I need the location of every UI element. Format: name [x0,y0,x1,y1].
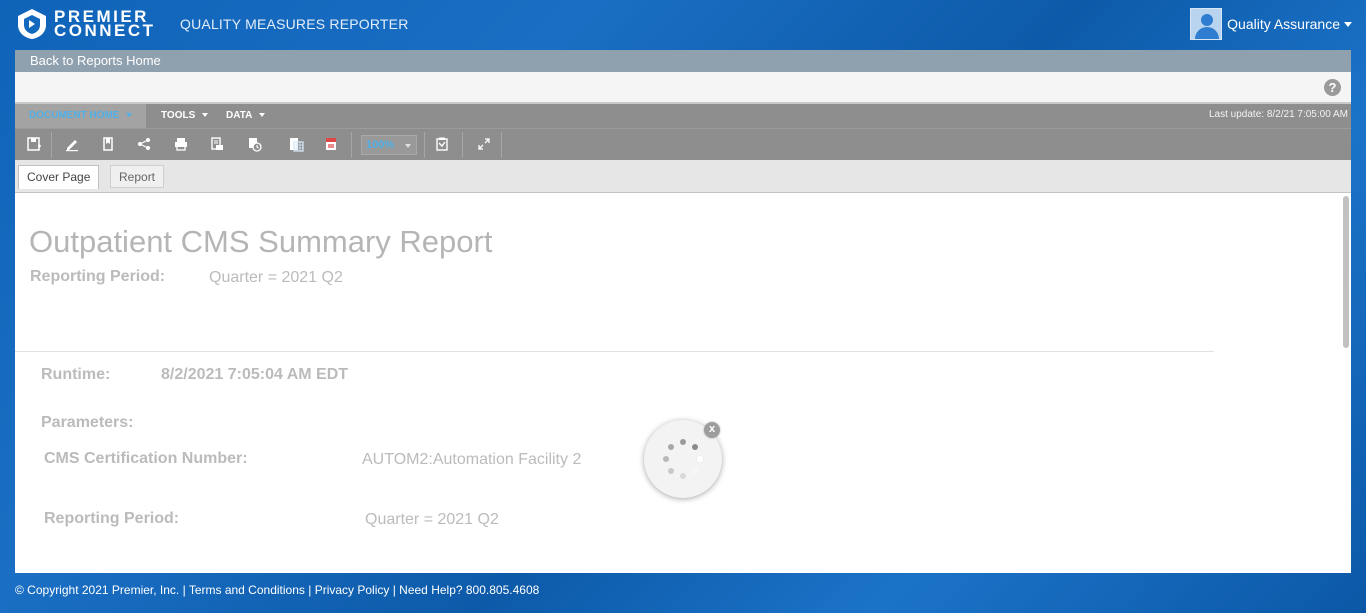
cms-certification-label: CMS Certification Number: [44,450,248,467]
help-bar: ? [15,72,1351,104]
zoom-value: 100% [366,139,395,151]
last-update: Last update: 8/2/21 7:05:00 AM [1209,109,1348,120]
logo-text: PREMIER CONNECT [54,8,156,40]
runtime-label: Runtime: [41,366,111,383]
parameters-label: Parameters: [41,414,134,431]
param-reporting-period-value: Quarter = 2021 Q2 [365,511,499,528]
chevron-down-icon [1344,21,1352,27]
back-to-reports-link[interactable]: Back to Reports Home [15,50,1351,72]
zoom-select[interactable]: 100% [361,135,417,155]
terms-link[interactable]: Terms and Conditions [189,583,305,597]
document-toolbar: 100% [15,128,1351,160]
schedule-icon[interactable] [245,135,263,153]
footer-separator: | [304,583,315,597]
excel-icon[interactable] [287,135,305,153]
fullscreen-icon[interactable] [475,135,493,153]
tab-report[interactable]: Report [110,165,165,188]
privacy-link[interactable]: Privacy Policy [315,583,390,597]
menu-data[interactable]: DATA [212,104,279,128]
chevron-down-icon [258,113,265,118]
app-title: QUALITY MEASURES REPORTER [180,16,409,32]
menu-document-home-label: DOCUMENT HOME [29,110,120,121]
bookmark-icon[interactable] [99,135,117,153]
footer: © Copyright 2021 Premier, Inc. | Terms a… [15,583,539,597]
pdf-icon[interactable] [322,135,340,153]
help-icon[interactable]: ? [1324,79,1341,96]
logo-line2: CONNECT [54,21,156,40]
reporting-period-label: Reporting Period: [30,268,166,285]
report-title: Outpatient CMS Summary Report [29,224,493,259]
vertical-scrollbar[interactable] [1343,196,1349,348]
chevron-down-icon [126,113,133,118]
report-frame: Back to Reports Home ? DOCUMENT HOME TOO… [15,50,1351,573]
share-icon[interactable] [135,135,153,153]
user-menu[interactable]: Quality Assurance [1190,8,1352,40]
menu-data-label: DATA [226,110,252,121]
report-content: Outpatient CMS Summary Report Reporting … [15,196,1351,573]
report-tabs: Cover Page Report [15,160,1351,193]
edit-icon[interactable] [63,135,81,153]
menu-tools-label: TOOLS [161,110,196,121]
menu-tools[interactable]: TOOLS [147,104,222,128]
user-name: Quality Assurance [1227,16,1340,32]
report-document: Outpatient CMS Summary Report Reporting … [15,196,1335,573]
footer-copyright: © Copyright 2021 Premier, Inc. | [15,583,189,597]
cms-certification-value: AUTOM2:Automation Facility 2 [362,451,582,468]
premier-logo-icon [18,9,46,39]
export-icon[interactable] [208,135,226,153]
param-reporting-period-label: Reporting Period: [44,510,180,527]
filter-icon[interactable] [433,135,451,153]
chevron-down-icon [202,113,209,118]
menu-document-home[interactable]: DOCUMENT HOME [15,104,147,128]
save-icon[interactable] [25,135,43,153]
spinner-close-button[interactable]: x [704,422,720,438]
chevron-down-icon [405,144,411,148]
top-header: PREMIER CONNECT QUALITY MEASURES REPORTE… [0,0,1366,50]
footer-separator: | [389,583,400,597]
document-menubar: DOCUMENT HOME TOOLS DATA Last update: 8/… [15,104,1351,128]
help-link[interactable]: Need Help? 800.805.4608 [399,583,539,597]
runtime-value: 8/2/2021 7:05:04 AM EDT [161,366,349,383]
tab-cover-page[interactable]: Cover Page [18,165,100,189]
print-icon[interactable] [172,135,190,153]
reporting-period-value: Quarter = 2021 Q2 [209,269,343,286]
premier-connect-logo[interactable]: PREMIER CONNECT [16,8,156,40]
avatar [1190,8,1223,40]
divider [15,351,1214,352]
